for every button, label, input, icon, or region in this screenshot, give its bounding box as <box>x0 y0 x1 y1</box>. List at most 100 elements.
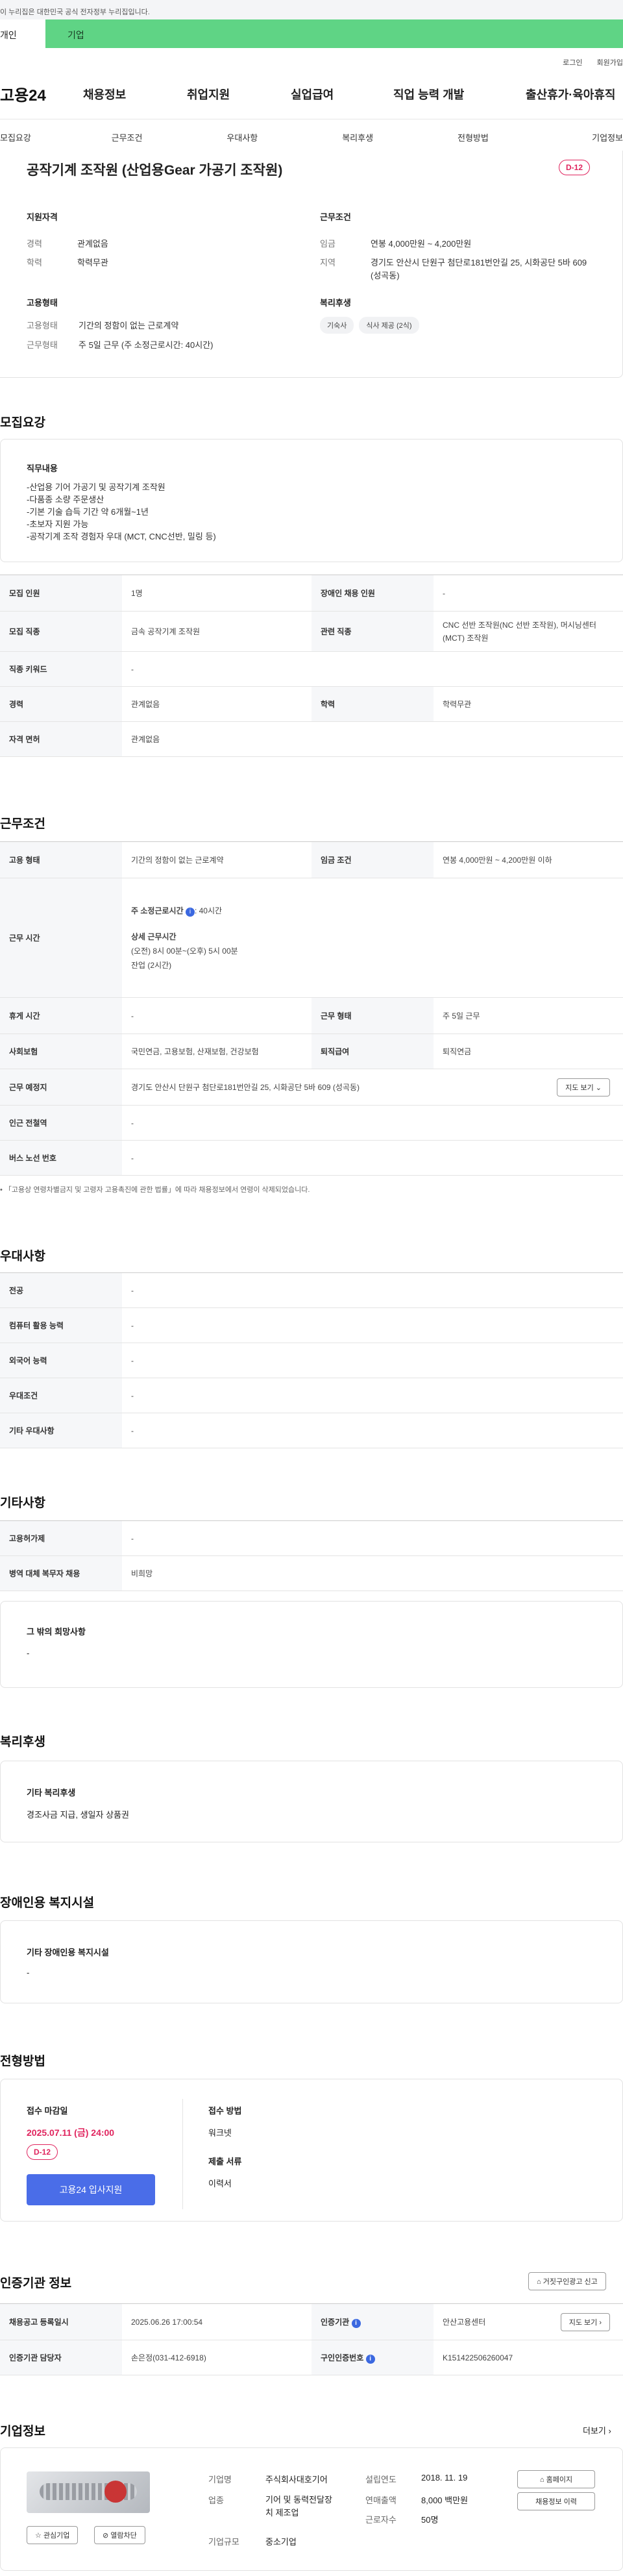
dday-badge: D-12 <box>559 160 591 175</box>
info-icon[interactable]: i <box>351 2318 361 2328</box>
disabled-title: 장애인용 복지시설 <box>0 1896 95 1910</box>
deadline-heading: 접수 마감일 <box>27 2106 68 2116</box>
pref-table: 전공 - 컴퓨터 활용 능력 - 외국어 능력 - 우대조건 - 기타 우대사항 - <box>0 1272 623 1448</box>
site-logo[interactable]: 고용24 <box>0 82 83 105</box>
method-value: 워크넷 <box>208 2128 232 2138</box>
anchor-company[interactable]: 기업정보 <box>531 131 623 143</box>
anchor-welfare[interactable]: 복리후생 <box>300 131 415 143</box>
table-row: 전공 - <box>0 1272 623 1308</box>
table-row: 근무 예정지 경기도 안산시 단원구 첨단로181번안길 25, 시화공단 5바… <box>0 1069 623 1106</box>
work-place-address: 경기도 안산시 단원구 첨단로181번안길 25, 시화공단 5바 609 (성… <box>131 1083 360 1092</box>
weekly-hours-label: 주 소정근로시간 <box>131 906 184 915</box>
recruit-title: 모집요강 <box>0 416 45 430</box>
welfare-tag: 식사 제공 (2식) <box>359 317 419 334</box>
work-table: 고용 형태 기간의 정함이 없는 근로계약 임금 조건 연봉 4,000만원 ~ 4… <box>0 841 623 1176</box>
gnb-item-parental-leave[interactable]: 출산휴가·육아휴직 <box>526 86 615 103</box>
util-links: 로그인 회원가입 <box>0 48 623 69</box>
hope-value: - <box>27 1648 30 1658</box>
agency-name: 안산고용센터 <box>443 2318 486 2327</box>
company-staff-label: 근로자수 <box>365 2515 397 2525</box>
table-row: 인증기관 담당자 손은정(031-412-6918) 구인인증번호 i K1514… <box>0 2340 623 2375</box>
join-link[interactable]: 회원가입 <box>597 57 623 69</box>
anchor-recruit[interactable]: 모집요강 <box>0 131 69 143</box>
table-row: 기타 우대사항 - <box>0 1413 623 1448</box>
table-row: 경력 관계없음 학력 학력무관 <box>0 686 623 722</box>
company-biz-label: 업종 <box>208 2496 224 2505</box>
table-row: 자격 면허 관계없음 <box>0 721 623 757</box>
cond-wage: 임금 연봉 4,000만원 ~ 4,200만원 <box>320 239 472 249</box>
apply-button[interactable]: 고용24 입사지원 <box>27 2174 155 2205</box>
welfare-tag: 기숙사 <box>320 317 354 334</box>
gov-banner-text: 이 누리집은 대한민국 공식 전자정부 누리집입니다. <box>0 8 150 16</box>
work-title: 근무조건 <box>0 817 45 831</box>
method-heading: 접수 방법 <box>208 2106 242 2116</box>
company-card: ☆ 관심기업 ⊘ 열람차단 기업명 주식회사대호기어 업종 기어 및 동력전달장… <box>0 2447 623 2571</box>
table-row: 모집 인원 1명 장애인 채용 인원 - <box>0 575 623 612</box>
table-row: 사회보험 국민연금, 고용보험, 산재보험, 건강보험 퇴직급여 퇴직연금 <box>0 1034 623 1069</box>
table-row: 컴퓨터 활용 능력 - <box>0 1307 623 1343</box>
anchor-selection[interactable]: 전형방법 <box>415 131 531 143</box>
company-name-value: 주식회사대호기어 <box>265 2475 328 2484</box>
selection-box: 접수 마감일 2025.07.11 (금) 24:00 D-12 고용24 입사… <box>0 2079 623 2222</box>
disabled-box: 기타 장애인용 복지시설 - <box>0 1920 623 2003</box>
tab-person[interactable]: 개인 <box>0 19 45 48</box>
block-button[interactable]: ⊘ 열람차단 <box>94 2526 145 2544</box>
duty-box: 직무내용 -산업용 기어 가공기 및 공작기계 조작원 -다품종 소량 주문생산… <box>0 439 623 562</box>
welfare-tags: 기숙사 식사 제공 (2식) <box>320 317 424 334</box>
welfare-box: 기타 복리후생 경조사금 지급, 생일자 상품권 <box>0 1761 623 1842</box>
docs-heading: 제출 서류 <box>208 2157 242 2166</box>
welfare-box-heading: 기타 복리후생 <box>27 1788 76 1798</box>
interest-button[interactable]: ☆ 관심기업 <box>27 2526 79 2544</box>
etc-table: 고용허가제 - 병역 대체 복무자 채용 비희망 <box>0 1520 623 1591</box>
hours-detail-heading: 상세 근무시간 <box>131 932 177 941</box>
history-button[interactable]: 채용정보 이력 <box>517 2492 595 2510</box>
disabled-box-value: - <box>27 1968 30 1977</box>
duty-heading: 직무내용 <box>27 464 58 473</box>
cond-heading: 근무조건 <box>320 212 351 222</box>
table-row: 직종 키워드 - <box>0 651 623 687</box>
agency-table: 채용공고 등록일시 2025.06.26 17:00:54 인증기관 i 안산고용… <box>0 2303 623 2375</box>
emp-type: 고용형태 기간의 정함이 없는 근로계약 <box>27 321 179 330</box>
homepage-button[interactable]: ⌂ 홈페이지 <box>517 2470 595 2488</box>
chevron-right-icon: › <box>599 2319 602 2327</box>
login-link[interactable]: 로그인 <box>563 57 582 69</box>
company-biz-value: 기어 및 동력전달장치 제조업 <box>265 2495 332 2518</box>
welfare-heading: 복리후생 <box>320 298 351 308</box>
agency-title: 인증기관 정보 <box>0 2277 72 2290</box>
block-icon: ⊘ <box>103 2532 109 2540</box>
duty-content: -산업용 기어 가공기 및 공작기계 조작원 -다품종 소량 주문생산 -기본 … <box>27 482 216 541</box>
hope-box: 그 밖의 희망사항 - <box>0 1601 623 1688</box>
agency-map-button[interactable]: 지도 보기 › <box>560 2313 610 2331</box>
table-row: 휴게 시간 - 근무 형태 주 5일 근무 <box>0 997 623 1034</box>
gnb-item-unemployment-benefit[interactable]: 실업급여 <box>291 86 393 103</box>
gnb-item-jobs[interactable]: 채용정보 <box>83 86 187 103</box>
anchor-work[interactable]: 근무조건 <box>69 131 185 143</box>
tab-company[interactable]: 기업 <box>45 19 623 48</box>
company-sales-label: 연매출액 <box>365 2496 397 2505</box>
anchor-pref[interactable]: 우대사항 <box>184 131 300 143</box>
welfare-box-value: 경조사금 지급, 생일자 상품권 <box>27 1810 129 1820</box>
disabled-box-heading: 기타 장애인용 복지시설 <box>27 1948 109 1957</box>
table-row: 버스 노선 번호 - <box>0 1140 623 1176</box>
hours-detail-2: 잔업 (2시간) <box>131 960 172 970</box>
gnb-item-employment-support[interactable]: 취업지원 <box>187 86 291 103</box>
gnb-item-job-training[interactable]: 직업 능력 개발 <box>393 86 526 103</box>
emp-heading: 고용형태 <box>27 298 58 308</box>
company-year-label: 설립연도 <box>365 2475 397 2484</box>
table-row: 고용허가제 - <box>0 1520 623 1556</box>
deadline-dday-badge: D-12 <box>27 2144 58 2160</box>
company-title: 기업정보 <box>0 2425 45 2438</box>
age-note: • 「고용상 연령차별금지 및 고령자 고용촉진에 관한 법률」에 따라 채용정… <box>0 1186 310 1194</box>
info-icon[interactable]: i <box>185 907 195 917</box>
map-button[interactable]: 지도 보기 ⌄ <box>557 1078 610 1096</box>
recruit-table: 모집 인원 1명 장애인 채용 인원 - 모집 직종 금속 공작기계 조작원 관련 직… <box>0 575 623 757</box>
company-more-link[interactable]: 더보기 › <box>583 2424 611 2436</box>
hours-detail-1: (오전) 8시 00분~(오후) 5시 00분 <box>131 946 238 956</box>
company-name-label: 기업명 <box>208 2475 232 2484</box>
selection-title: 전형방법 <box>0 2055 45 2068</box>
table-row: 고용 형태 기간의 정함이 없는 근로계약 임금 조건 연봉 4,000만원 ~ 4… <box>0 841 623 878</box>
info-icon[interactable]: i <box>365 2354 375 2364</box>
report-button[interactable]: ⌂ 거짓구인광고 신고 <box>528 2272 606 2290</box>
weekly-hours-value: : 40시간 <box>194 906 223 915</box>
table-row: 우대조건 - <box>0 1378 623 1413</box>
